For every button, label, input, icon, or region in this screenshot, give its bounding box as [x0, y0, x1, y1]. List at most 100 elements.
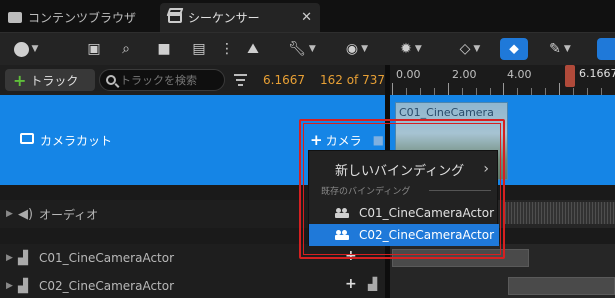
- plus-icon: +: [13, 70, 27, 90]
- ruler-tick: [420, 88, 421, 95]
- kebab-icon: ⋮: [220, 41, 234, 57]
- ruler-tick: [531, 88, 532, 95]
- edit-mode-button[interactable]: ✎ ▼: [540, 38, 580, 60]
- divider: [429, 190, 491, 191]
- ruler-tick: [490, 88, 491, 95]
- chevron-down-icon: ▼: [308, 44, 316, 54]
- add-button[interactable]: +: [345, 276, 357, 292]
- world-button[interactable]: ▼: [10, 38, 42, 60]
- menu-item-label: 新しいバインディング: [335, 163, 465, 179]
- actor-icon: ▟: [18, 278, 28, 294]
- add-track-label: トラック: [30, 73, 79, 88]
- film-icon: [168, 12, 182, 23]
- more-options-button[interactable]: ⋮: [220, 38, 234, 60]
- camera-icon: ■: [157, 41, 171, 57]
- ruler-tick: [392, 83, 393, 95]
- actor-icon: ▟: [368, 277, 378, 291]
- auto-key-button[interactable]: ⬥: [500, 38, 528, 60]
- camera-cut-clip-label: C01_CineCamera: [399, 106, 494, 119]
- menu-item-label: C02_CineCameraActor: [359, 228, 495, 242]
- ruler-label: 0.00: [396, 68, 421, 81]
- diamond-icon: ◇: [459, 41, 471, 57]
- chevron-right-icon: ›: [483, 161, 489, 177]
- ruler-tick: [462, 88, 463, 95]
- ruler-tick: [406, 88, 407, 95]
- view-options-button[interactable]: ◉ ▼: [337, 38, 377, 60]
- playback-options-button[interactable]: ✹ ▼: [391, 38, 431, 60]
- chevron-down-icon: ▼: [563, 44, 571, 54]
- tab-sequencer[interactable]: シーケンサー ✕: [160, 3, 320, 32]
- track-label: C02_CineCameraActor: [39, 279, 175, 293]
- ruler-tick: [503, 83, 504, 95]
- actor-icon: [335, 230, 349, 240]
- search-input[interactable]: [120, 73, 220, 87]
- eye-icon: ◉: [345, 41, 359, 57]
- cinematic-button[interactable]: [597, 38, 615, 60]
- expand-arrow-icon[interactable]: ▶: [6, 209, 13, 219]
- key-icon: ⬥: [509, 41, 519, 57]
- tab-label: シーケンサー: [188, 11, 260, 25]
- close-icon[interactable]: ✕: [301, 10, 312, 25]
- ruler-tick: [517, 88, 518, 95]
- track-label: カメラカット: [40, 134, 113, 148]
- find-asset-button[interactable]: ⌕: [115, 38, 137, 60]
- tools-button[interactable]: 🔧︎ ▼: [284, 38, 320, 60]
- ruler-tick: [587, 88, 588, 95]
- ruler-tick: [448, 83, 449, 95]
- ruler-tick: [559, 83, 560, 95]
- menu-item-label: C01_CineCameraActor: [359, 206, 495, 220]
- track-label: C01_CineCameraActor: [39, 251, 175, 265]
- clapperboard-icon: ▤: [192, 41, 206, 57]
- sequencer-header: + トラック 6.1667 162 of 737: [0, 65, 385, 95]
- track-label: オーディオ: [39, 207, 99, 222]
- graph-icon: ⛰: [247, 41, 259, 57]
- sequencer-toolbar: ▼ ▣ ⌕ ■ ▤ ⋮ ⛰ 🔧︎ ▼ ◉ ▼ ✹ ▼ ◇ ▼ ⬥ ✎ ▼: [0, 32, 615, 65]
- track-actor[interactable]: ▶ ▟ C02_CineCameraActor: [0, 272, 385, 298]
- ruler-tick: [545, 88, 546, 95]
- camera-cut-icon: [20, 133, 34, 144]
- find-icon: ⌕: [122, 41, 130, 57]
- actor-section[interactable]: [508, 277, 615, 295]
- search-icon: [106, 75, 116, 85]
- chevron-down-icon: ▼: [361, 44, 369, 54]
- expand-arrow-icon[interactable]: ▶: [6, 253, 13, 263]
- actions-button[interactable]: ⛰: [242, 38, 264, 60]
- clapperboard-button[interactable]: ▤: [188, 38, 210, 60]
- render-movie-button[interactable]: ■: [153, 38, 175, 60]
- menu-section-header: 既存のバインディング: [321, 187, 411, 197]
- add-track-button[interactable]: + トラック: [5, 69, 95, 91]
- playhead-time: 6.1667: [579, 67, 615, 80]
- keyframe-options-button[interactable]: ◇ ▼: [450, 38, 490, 60]
- filter-icon[interactable]: [234, 74, 247, 89]
- ruler-label: 2.00: [452, 68, 477, 81]
- gear-icon: ✹: [400, 41, 412, 57]
- audio-waveform: [505, 202, 615, 224]
- actor-icon: ▟: [18, 250, 28, 266]
- chevron-down-icon: ▼: [414, 44, 422, 54]
- pencil-icon: ✎: [549, 41, 561, 57]
- globe-icon: [13, 41, 29, 57]
- ruler-label: 4.00: [507, 68, 532, 81]
- playhead-handle[interactable]: [565, 65, 575, 87]
- folder-icon: [8, 12, 22, 23]
- menu-item-actor[interactable]: C01_CineCameraActor: [309, 202, 499, 224]
- ruler-tick: [601, 88, 602, 95]
- current-time[interactable]: 6.1667: [263, 73, 305, 87]
- tab-label: コンテンツブラウザ: [28, 11, 137, 25]
- expand-arrow-icon[interactable]: ▶: [6, 281, 13, 291]
- chevron-down-icon: ▼: [473, 44, 481, 54]
- track-search: [99, 69, 225, 91]
- ruler-tick: [476, 88, 477, 95]
- tab-content-browser[interactable]: コンテンツブラウザ: [0, 3, 160, 32]
- frame-counter: 162 of 737: [320, 73, 386, 87]
- menu-item-new-binding[interactable]: 新しいバインディング ›: [309, 158, 499, 180]
- camera-binding-menu: 新しいバインディング › 既存のバインディング C01_CineCameraAc…: [308, 150, 499, 246]
- save-button[interactable]: ▣: [84, 38, 104, 60]
- actor-icon: [335, 208, 349, 218]
- ruler-tick: [434, 88, 435, 95]
- ruler-tick: [573, 88, 574, 95]
- tab-bar: コンテンツブラウザ シーケンサー ✕: [0, 0, 615, 32]
- menu-item-actor-selected[interactable]: C02_CineCameraActor: [309, 224, 499, 246]
- save-icon: ▣: [87, 41, 101, 57]
- wrench-icon: 🔧︎: [288, 41, 306, 57]
